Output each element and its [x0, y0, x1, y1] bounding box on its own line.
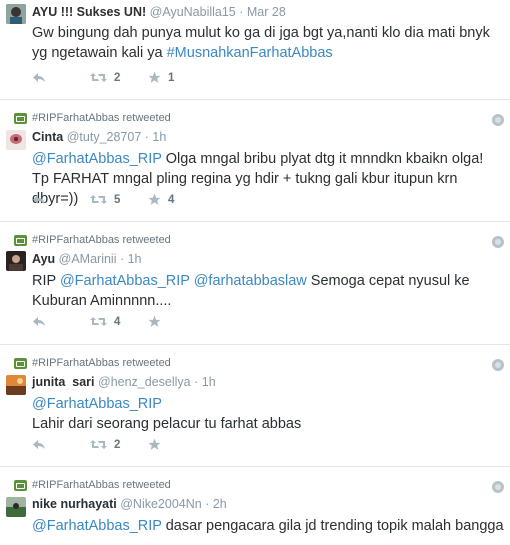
retweet-count: 5 — [114, 193, 121, 206]
favorite-button[interactable]: 1 — [148, 71, 206, 84]
tweet[interactable]: #RIPFarhatAbbas retweeted nike nurhayati… — [0, 467, 510, 545]
globe-icon — [492, 481, 504, 493]
tweet-author-name[interactable]: Cinta — [32, 130, 63, 144]
tweet-timestamp[interactable]: 2h — [205, 497, 227, 511]
tweet-actions: 2 1 — [32, 71, 206, 84]
mention-link[interactable]: @FarhatAbbas_RIP — [32, 151, 162, 167]
favorite-count: 4 — [168, 193, 175, 206]
retweet-button[interactable]: 4 — [90, 316, 148, 328]
tweet-text: RIP @FarhatAbbas_RIP @farhatabbaslaw Sem… — [32, 271, 502, 311]
reply-button[interactable] — [32, 439, 90, 450]
reply-icon — [33, 317, 45, 326]
tweet-actions: 5 4 — [32, 193, 206, 206]
retweet-badge-icon — [14, 357, 27, 369]
tweet-author-handle[interactable]: @Nike2004Nn — [120, 497, 201, 511]
retweet-count: 4 — [114, 315, 121, 328]
retweet-icon — [90, 317, 107, 326]
tweet-text-plain: dasar pengacara gila jd trending topik m… — [161, 518, 504, 534]
retweeted-by-label[interactable]: #RIPFarhatAbbas retweeted — [32, 357, 171, 369]
reply-icon — [33, 195, 45, 204]
retweeted-by-line: #RIPFarhatAbbas retweeted — [14, 357, 171, 369]
avatar[interactable] — [6, 251, 26, 271]
tweet-author-handle[interactable]: @tuty_28707 — [67, 130, 142, 144]
tweet-author-handle[interactable]: @henz_desellya — [98, 375, 191, 389]
retweet-button[interactable]: 2 — [90, 439, 148, 451]
mention-link[interactable]: @FarhatAbbas_RIP — [60, 273, 190, 289]
favorite-count: 1 — [168, 71, 175, 84]
retweet-icon — [90, 195, 107, 204]
avatar[interactable] — [6, 4, 26, 24]
tweet-author-name[interactable]: nike nurhayati — [32, 497, 117, 511]
star-icon — [148, 315, 161, 327]
tweet[interactable]: #RIPFarhatAbbas retweeted Ayu @AMarinii … — [0, 222, 510, 345]
reply-icon — [33, 440, 45, 449]
avatar[interactable] — [6, 497, 26, 517]
tweet-timestamp[interactable]: 1h — [194, 375, 216, 389]
tweet-author-name[interactable]: junita sari — [32, 375, 95, 389]
favorite-button[interactable] — [148, 315, 206, 328]
hashtag-link[interactable]: #MusnahkanFarhatAbbas — [167, 45, 333, 61]
avatar[interactable] — [6, 130, 26, 150]
avatar[interactable] — [6, 375, 26, 395]
mention-link[interactable]: @farhatabbaslaw — [194, 273, 307, 289]
mention-link[interactable]: @FarhatAbbas_RIP — [32, 396, 162, 412]
retweeted-by-line: #RIPFarhatAbbas retweeted — [14, 234, 171, 246]
favorite-button[interactable]: 4 — [148, 193, 206, 206]
retweeted-by-line: #RIPFarhatAbbas retweeted — [14, 479, 171, 491]
retweet-badge-icon — [14, 112, 27, 124]
reply-icon — [33, 73, 45, 82]
tweet-text: @FarhatAbbas_RIP Lahir dari seorang pela… — [32, 394, 502, 434]
retweet-icon — [90, 73, 107, 82]
tweet-text-plain: Lahir dari seorang pelacur tu farhat abb… — [32, 416, 302, 432]
star-icon — [148, 193, 161, 205]
tweet-text: Gw bingung dah punya mulut ko ga di jga … — [32, 23, 502, 63]
tweet-timestamp[interactable]: 1h — [120, 252, 142, 266]
reply-button[interactable] — [32, 316, 90, 327]
favorite-button[interactable] — [148, 438, 206, 451]
retweeted-by-label[interactable]: #RIPFarhatAbbas retweeted — [32, 234, 171, 246]
tweet-actions: 2 — [32, 438, 206, 451]
retweeted-by-line: #RIPFarhatAbbas retweeted — [14, 112, 171, 124]
globe-icon — [492, 114, 504, 126]
tweet[interactable]: #RIPFarhatAbbas retweeted Cinta @tuty_28… — [0, 100, 510, 222]
retweet-count: 2 — [114, 438, 121, 451]
globe-icon — [492, 236, 504, 248]
tweet[interactable]: AYU !!! Sukses UN! @AyuNabilla15 Mar 28 … — [0, 0, 510, 100]
tweet-text-prefix: RIP — [32, 273, 60, 289]
retweet-button[interactable]: 2 — [90, 72, 148, 84]
retweet-badge-icon — [14, 234, 27, 246]
retweet-button[interactable]: 5 — [90, 194, 148, 206]
tweet-feed: AYU !!! Sukses UN! @AyuNabilla15 Mar 28 … — [0, 0, 510, 545]
globe-icon — [492, 359, 504, 371]
tweet-timestamp[interactable]: Mar 28 — [239, 5, 286, 19]
mention-link[interactable]: @FarhatAbbas_RIP — [32, 518, 162, 534]
tweet[interactable]: #RIPFarhatAbbas retweeted junita sari @h… — [0, 345, 510, 467]
tweet-author-name[interactable]: Ayu — [32, 252, 55, 266]
retweeted-by-label[interactable]: #RIPFarhatAbbas retweeted — [32, 479, 171, 491]
retweeted-by-label[interactable]: #RIPFarhatAbbas retweeted — [32, 112, 171, 124]
retweet-badge-icon — [14, 479, 27, 491]
retweet-count: 2 — [114, 71, 121, 84]
tweet-actions: 4 — [32, 315, 206, 328]
tweet-text: @FarhatAbbas_RIP dasar pengacara gila jd… — [32, 516, 504, 536]
reply-button[interactable] — [32, 72, 90, 83]
tweet-timestamp[interactable]: 1h — [145, 130, 167, 144]
star-icon — [148, 71, 161, 83]
retweet-icon — [90, 440, 107, 449]
reply-button[interactable] — [32, 194, 90, 205]
star-icon — [148, 438, 161, 450]
tweet-author-handle[interactable]: @AyuNabilla15 — [150, 5, 236, 19]
tweet-author-handle[interactable]: @AMarinii — [59, 252, 117, 266]
tweet-author-name[interactable]: AYU !!! Sukses UN! — [32, 5, 146, 19]
